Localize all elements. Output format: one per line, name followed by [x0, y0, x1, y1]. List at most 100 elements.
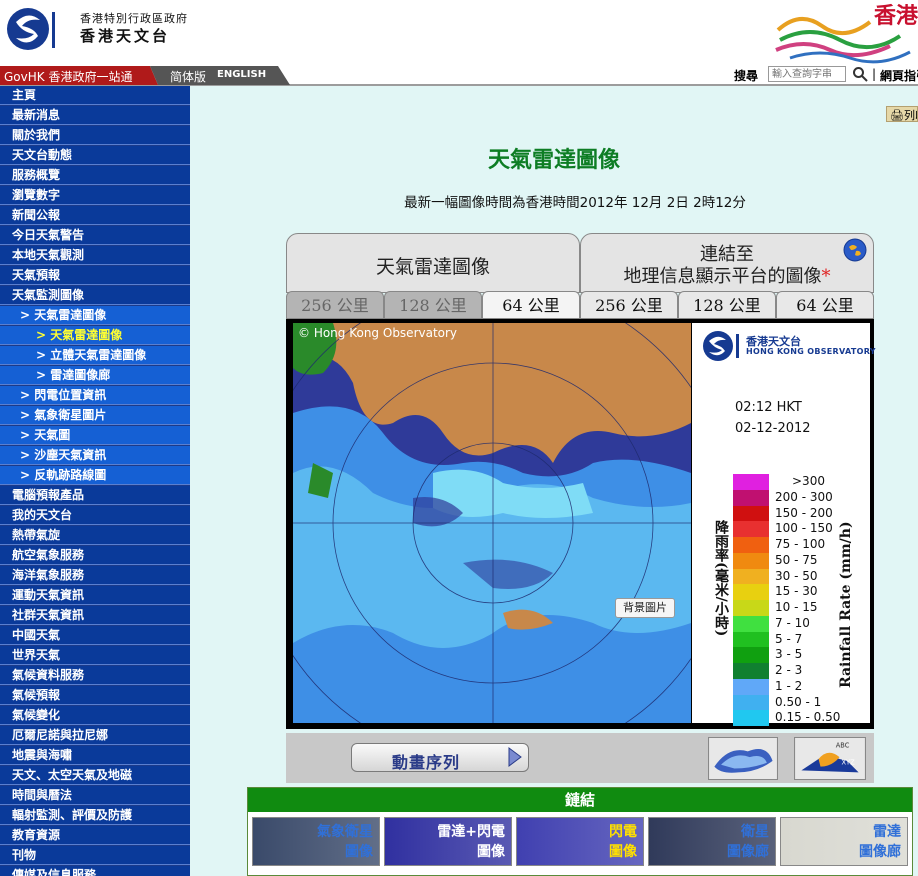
tab-range-256km[interactable]: 256 公里	[286, 291, 384, 319]
rainfall-axis-label-en: Rainfall Rate (mm/h)	[838, 521, 854, 688]
legend-label: 7 - 10	[775, 615, 810, 630]
sidebar-item[interactable]: 關於我們	[0, 126, 190, 145]
radar-image[interactable]	[293, 323, 691, 723]
sidebar-item[interactable]: 厄爾尼諾與拉尼娜	[0, 726, 190, 745]
3d-radar-thumbnail[interactable]	[708, 737, 778, 780]
sidebar-item[interactable]: 熱帶氣旋	[0, 526, 190, 545]
legend-label: 5 - 7	[775, 631, 803, 646]
org-name-small: 香港特別行政區政府	[80, 12, 188, 25]
sidebar-item[interactable]: > 天氣圖	[0, 426, 190, 445]
sidebar-item[interactable]: > 天氣雷達圖像	[0, 306, 190, 325]
legend-swatch	[733, 631, 769, 648]
link-card-line1: 衛星	[741, 824, 769, 840]
sidebar-item[interactable]: 世界天氣	[0, 646, 190, 665]
sidebar-item[interactable]: 時間與曆法	[0, 786, 190, 805]
sidebar-item[interactable]: > 雷達圖像廊	[0, 366, 190, 385]
hko-logo-icon[interactable]	[6, 6, 64, 52]
sidebar-item[interactable]: 電腦預報產品	[0, 486, 190, 505]
sidebar-item[interactable]: 航空氣象服務	[0, 546, 190, 565]
tab-gis-range-64km[interactable]: 64 公里	[776, 291, 874, 319]
legend-label: 2 - 3	[775, 663, 803, 677]
background-image-button[interactable]: 背景圖片	[615, 598, 675, 618]
legend-label: 10 - 15	[775, 600, 818, 614]
print-button[interactable]: 🖨列印	[886, 106, 918, 122]
sidebar-item[interactable]: 天文台動態	[0, 146, 190, 165]
sidebar-item[interactable]: 地震與海嘯	[0, 746, 190, 765]
sitemap-link[interactable]: 網頁指引	[880, 67, 918, 84]
link-card[interactable]: 衛星圖像廊	[648, 817, 776, 866]
printer-icon: 🖨	[890, 109, 904, 122]
svg-text:XYZ: XYZ	[841, 759, 855, 767]
sidebar-item[interactable]: 瀏覽數字	[0, 186, 190, 205]
legend-swatch	[733, 678, 769, 695]
sidebar-item[interactable]: 輻射監測、評價及防護	[0, 806, 190, 825]
sidebar-item[interactable]: > 閃電位置資訊	[0, 386, 190, 405]
sidebar-item[interactable]: 氣候資料服務	[0, 666, 190, 685]
govhk-link[interactable]: GovHK 香港政府一站通	[4, 68, 132, 85]
gis-radar-thumbnail[interactable]: ABC XYZ	[794, 737, 866, 780]
link-card[interactable]: 氣象衛星 圖像	[252, 817, 380, 866]
sidebar-item[interactable]: 今日天氣警告	[0, 226, 190, 245]
sidebar-item[interactable]: 傳媒及信息服務	[0, 866, 190, 876]
sidebar-item[interactable]: 社群天氣資訊	[0, 606, 190, 625]
link-card-line2: 圖像	[477, 844, 505, 860]
legend-label: 100 - 150	[775, 521, 833, 536]
top-bar: GovHK 香港政府一站通 简体版 ENGLISH 搜尋 | 網頁指引	[0, 66, 918, 86]
tab-gis-range-128km[interactable]: 128 公里	[678, 291, 776, 319]
search-icon[interactable]	[852, 66, 868, 82]
globe-icon[interactable]	[843, 238, 867, 262]
tab-range-64km[interactable]: 64 公里	[482, 291, 580, 319]
animation-sequence-label: 動畫序列	[392, 753, 461, 772]
sidebar-item[interactable]: 運動天氣資訊	[0, 586, 190, 605]
simplified-chinese-link[interactable]: 简体版	[170, 68, 206, 85]
sidebar-item[interactable]: > 沙塵天氣資訊	[0, 446, 190, 465]
tab-range-128km[interactable]: 128 公里	[384, 291, 482, 319]
radar-tab-panel: 天氣雷達圖像 連結至 地理信息顯示平台的圖像* 256 公里 128 公里 64…	[286, 233, 874, 321]
link-card[interactable]: 閃電 圖像	[516, 817, 644, 866]
legend-label: 200 - 300	[775, 489, 833, 504]
sidebar-item[interactable]: 服務概覽	[0, 166, 190, 185]
legend-swatch	[733, 615, 769, 632]
sidebar-item[interactable]: > 天氣雷達圖像	[0, 326, 190, 345]
sidebar-item[interactable]: 教育資源	[0, 826, 190, 845]
svg-text:ABC: ABC	[836, 742, 850, 750]
legend-swatch	[733, 584, 769, 601]
sidebar-item[interactable]: > 氣象衛星圖片	[0, 406, 190, 425]
legend-label: 3 - 5	[775, 647, 803, 662]
sidebar-item[interactable]: 天氣監測圖像	[0, 286, 190, 305]
tab-gis-line2-text: 地理信息顯示平台的圖像	[623, 266, 822, 287]
link-card-line2: 圖像廊	[727, 844, 769, 860]
legend-label: 1 - 2	[775, 678, 803, 693]
sidebar-item[interactable]: 氣候變化	[0, 706, 190, 725]
sidebar-item[interactable]: 天文、太空天氣及地磁	[0, 766, 190, 785]
sidebar-item[interactable]: 我的天文台	[0, 506, 190, 525]
tab-gis-link[interactable]: 連結至 地理信息顯示平台的圖像*	[580, 233, 874, 293]
link-card-line1: 閃電	[609, 824, 637, 840]
sidebar-item[interactable]: 主頁	[0, 86, 190, 105]
sidebar-item[interactable]: > 反軌跡路線圖	[0, 466, 190, 485]
tab-gis-range-256km[interactable]: 256 公里	[580, 291, 678, 319]
legend-swatch	[733, 647, 769, 664]
english-link[interactable]: ENGLISH	[217, 69, 266, 80]
sidebar-item[interactable]: 氣候預報	[0, 686, 190, 705]
sidebar-item[interactable]: 天氣預報	[0, 266, 190, 285]
org-name[interactable]: 香港天文台	[80, 25, 170, 46]
tab-radar-image[interactable]: 天氣雷達圖像	[286, 233, 580, 293]
sidebar-item[interactable]: 海洋氣象服務	[0, 566, 190, 585]
legend-swatch	[733, 710, 769, 727]
search-input[interactable]	[768, 66, 846, 82]
topbar-divider: |	[872, 67, 877, 81]
sidebar-item[interactable]: 中國天氣	[0, 626, 190, 645]
link-card[interactable]: 雷達+閃電 圖像	[384, 817, 512, 866]
legend-label: 0.50 - 1	[775, 694, 822, 709]
sidebar-item[interactable]: 本地天氣觀測	[0, 246, 190, 265]
sidebar-item[interactable]: > 立體天氣雷達圖像	[0, 346, 190, 365]
sidebar-item[interactable]: 新聞公報	[0, 206, 190, 225]
sidebar-item[interactable]: 最新消息	[0, 106, 190, 125]
link-card-line2: 圖像廊	[859, 844, 901, 860]
sidebar-item[interactable]: 刊物	[0, 846, 190, 865]
legend-swatch	[733, 600, 769, 616]
legend-label: >300	[792, 474, 825, 488]
link-card[interactable]: 雷達 圖像廊	[780, 817, 908, 866]
print-label: 列印	[903, 109, 917, 122]
